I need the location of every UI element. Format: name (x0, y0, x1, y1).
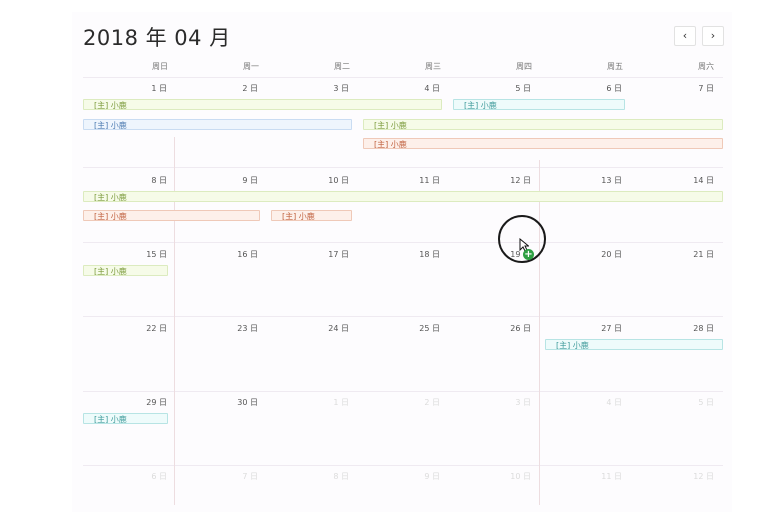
weekday-sun: 周日 (152, 62, 168, 71)
day-cell-apr-23[interactable]: 23 日 (166, 323, 258, 334)
day-cell-apr-13[interactable]: 13 日 (530, 175, 622, 186)
day-cell-apr-2[interactable]: 2 日 (166, 83, 258, 94)
day-cell-apr-28[interactable]: 28 日 (622, 323, 714, 334)
day-cell-apr-16[interactable]: 16 日 (166, 249, 258, 260)
weekday-sat: 周六 (698, 62, 714, 71)
day-cell-apr-21[interactable]: 21 日 (622, 249, 714, 260)
day-cell-apr-5[interactable]: 5 日 (439, 83, 531, 94)
add-event-icon: + (523, 249, 534, 260)
day-cell-may-4[interactable]: 4 日 (530, 397, 622, 408)
day-cell-apr-7[interactable]: 7 日 (622, 83, 714, 94)
day-cell-may-9[interactable]: 9 日 (348, 471, 440, 482)
grid-line (83, 465, 723, 466)
calendar-event[interactable]: [主] 小鹿 (363, 138, 723, 149)
day-cell-apr-22[interactable]: 22 日 (75, 323, 167, 334)
day-cell-apr-27[interactable]: 27 日 (530, 323, 622, 334)
day-cell-apr-6[interactable]: 6 日 (530, 83, 622, 94)
day-cell-may-8[interactable]: 8 日 (257, 471, 349, 482)
day-cell-may-3[interactable]: 3 日 (439, 397, 531, 408)
calendar-event[interactable]: [主] 小鹿 (363, 119, 723, 130)
day-cell-may-7[interactable]: 7 日 (166, 471, 258, 482)
day-cell-apr-25[interactable]: 25 日 (348, 323, 440, 334)
calendar-event[interactable]: [主] 小鹿 (271, 210, 352, 221)
day-cell-may-5[interactable]: 5 日 (622, 397, 714, 408)
day-cell-apr-15[interactable]: 15 日 (75, 249, 167, 260)
day-cell-apr-24[interactable]: 24 日 (257, 323, 349, 334)
grid-line (83, 242, 723, 243)
day-cell-may-1[interactable]: 1 日 (257, 397, 349, 408)
day-cell-apr-11[interactable]: 11 日 (348, 175, 440, 186)
grid-line (83, 167, 723, 168)
grid-line (83, 77, 723, 78)
calendar-title: 2018 年 04 月 (83, 26, 231, 50)
day-cell-apr-3[interactable]: 3 日 (257, 83, 349, 94)
day-cell-apr-1[interactable]: 1 日 (75, 83, 167, 94)
day-cell-may-10[interactable]: 10 日 (439, 471, 531, 482)
day-cell-apr-29[interactable]: 29 日 (75, 397, 167, 408)
day-cell-may-6[interactable]: 6 日 (75, 471, 167, 482)
calendar-event[interactable]: [主] 小鹿 (545, 339, 723, 350)
day-cell-apr-10[interactable]: 10 日 (257, 175, 349, 186)
day-cell-apr-18[interactable]: 18 日 (348, 249, 440, 260)
calendar-event[interactable]: [主] 小鹿 (83, 119, 352, 130)
calendar-event[interactable]: [主] 小鹿 (453, 99, 625, 110)
calendar-event[interactable]: [主] 小鹿 (83, 99, 442, 110)
next-month-button[interactable]: › (702, 26, 724, 46)
weekday-tue: 周二 (334, 62, 350, 71)
calendar-event[interactable]: [主] 小鹿 (83, 265, 168, 276)
day-cell-apr-20[interactable]: 20 日 (530, 249, 622, 260)
calendar-event[interactable]: [主] 小鹿 (83, 210, 260, 221)
day-cell-apr-4[interactable]: 4 日 (348, 83, 440, 94)
weekday-mon: 周一 (243, 62, 259, 71)
day-cell-apr-26[interactable]: 26 日 (439, 323, 531, 334)
prev-month-button[interactable]: ‹ (674, 26, 696, 46)
day-cell-may-2[interactable]: 2 日 (348, 397, 440, 408)
day-cell-apr-17[interactable]: 17 日 (257, 249, 349, 260)
day-cell-apr-12[interactable]: 12 日 (439, 175, 531, 186)
calendar-event[interactable]: [主] 小鹿 (83, 413, 168, 424)
day-cell-apr-30[interactable]: 30 日 (166, 397, 258, 408)
day-cell-may-11[interactable]: 11 日 (530, 471, 622, 482)
day-cell-apr-8[interactable]: 8 日 (75, 175, 167, 186)
weekday-fri: 周五 (607, 62, 623, 71)
day-cell-may-12[interactable]: 12 日 (622, 471, 714, 482)
day-cell-apr-14[interactable]: 14 日 (622, 175, 714, 186)
grid-line (83, 391, 723, 392)
grid-line (83, 316, 723, 317)
weekday-wed: 周三 (425, 62, 441, 71)
weekday-thu: 周四 (516, 62, 532, 71)
calendar-event[interactable]: [主] 小鹿 (83, 191, 723, 202)
day-cell-apr-9[interactable]: 9 日 (166, 175, 258, 186)
